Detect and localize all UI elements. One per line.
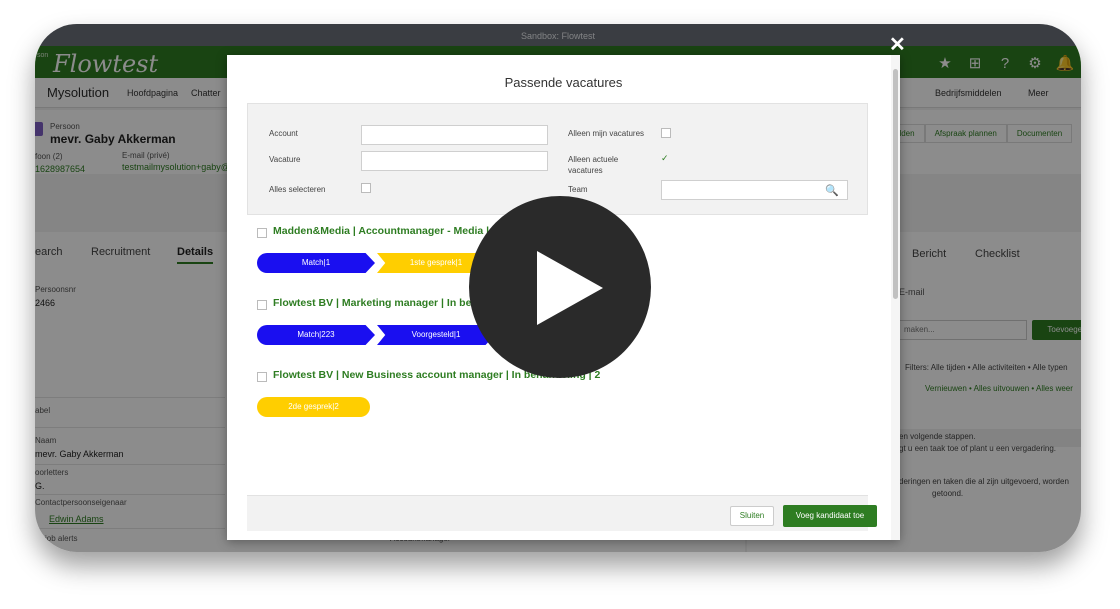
play-icon bbox=[537, 251, 603, 325]
play-button[interactable] bbox=[469, 196, 651, 378]
vacature-input[interactable] bbox=[361, 151, 548, 171]
close-button[interactable]: Sluiten bbox=[730, 506, 774, 526]
vacature-label: Vacature bbox=[269, 155, 301, 164]
vacancy-title[interactable]: Madden&Media | Accountmanager - Media | bbox=[273, 225, 489, 237]
team-label: Team bbox=[568, 185, 588, 194]
current-vacancies-label-2: vacatures bbox=[568, 166, 603, 175]
current-vacancies-checkbox[interactable]: ✓ bbox=[661, 153, 671, 163]
stage-match[interactable]: Match|223 bbox=[257, 325, 375, 345]
vacancy-title[interactable]: Flowtest BV | Marketing manager | In be bbox=[273, 297, 471, 309]
vacancy-checkbox[interactable] bbox=[257, 372, 267, 382]
select-all-checkbox[interactable] bbox=[361, 183, 371, 193]
team-search-input[interactable]: 🔍 bbox=[661, 180, 848, 200]
dialog-scrollbar[interactable] bbox=[891, 55, 900, 540]
vacancy-checkbox[interactable] bbox=[257, 228, 267, 238]
own-vacancies-label: Alleen mijn vacatures bbox=[568, 129, 645, 138]
vacancy-checkbox[interactable] bbox=[257, 300, 267, 310]
stage-second-interview[interactable]: 2de gesprek|2 bbox=[257, 397, 370, 417]
account-label: Account bbox=[269, 129, 298, 138]
search-icon[interactable]: 🔍 bbox=[825, 184, 839, 197]
dialog-footer: Sluiten Voeg kandidaat toe bbox=[247, 495, 877, 531]
own-vacancies-checkbox[interactable] bbox=[661, 128, 671, 138]
app-frame: Sandbox: Flowtest son Flowtest ★ ⊞ ? ⚙ 🔔… bbox=[35, 24, 1081, 552]
account-input[interactable] bbox=[361, 125, 548, 145]
dialog-title: Passende vacatures bbox=[504, 75, 623, 90]
scroll-thumb[interactable] bbox=[893, 69, 898, 299]
close-icon[interactable]: ✕ bbox=[889, 32, 906, 57]
add-candidate-button[interactable]: Voeg kandidaat toe bbox=[783, 505, 877, 527]
stage-proposed[interactable]: Voorgesteld|1 bbox=[377, 325, 495, 345]
stage-match[interactable]: Match|1 bbox=[257, 253, 375, 273]
current-vacancies-label: Alleen actuele bbox=[568, 155, 619, 164]
select-all-label: Alles selecteren bbox=[269, 185, 326, 194]
